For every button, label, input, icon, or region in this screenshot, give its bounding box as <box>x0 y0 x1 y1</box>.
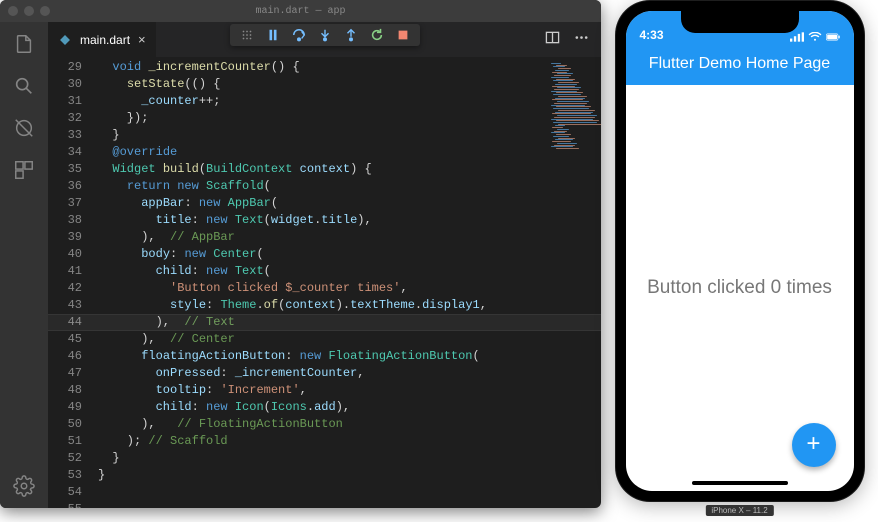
tab-label: main.dart <box>80 33 130 47</box>
phone-notch <box>681 11 799 33</box>
editor-area: main.dart × <box>48 22 601 508</box>
dart-file-icon <box>58 33 72 47</box>
step-into-icon[interactable] <box>318 28 332 42</box>
extensions-icon[interactable] <box>12 158 36 182</box>
close-dot[interactable] <box>8 6 18 16</box>
cursor-line-highlight <box>48 314 601 331</box>
pause-icon[interactable] <box>266 28 280 42</box>
activity-bar <box>0 22 48 508</box>
split-editor-icon[interactable] <box>545 30 560 50</box>
vscode-body: main.dart × <box>0 22 601 508</box>
simulator-label: iPhone X – 11.2 <box>705 505 773 516</box>
zoom-dot[interactable] <box>40 6 50 16</box>
restart-icon[interactable] <box>370 28 384 42</box>
window-traffic-lights[interactable] <box>8 6 50 16</box>
home-indicator[interactable] <box>692 481 788 485</box>
iphone-frame: 4:33 Flutter Demo Home Page Button click… <box>616 1 864 501</box>
app-bar: Flutter Demo Home Page <box>626 43 854 85</box>
step-over-icon[interactable] <box>292 28 306 42</box>
debug-icon[interactable] <box>12 116 36 140</box>
explorer-icon[interactable] <box>12 32 36 56</box>
vscode-window: main.dart — app <box>0 0 601 508</box>
statusbar-right <box>790 32 840 42</box>
debug-toolbar[interactable] <box>230 24 420 46</box>
stop-icon[interactable] <box>396 28 410 42</box>
step-out-icon[interactable] <box>344 28 358 42</box>
settings-gear-icon[interactable] <box>12 474 36 498</box>
plus-icon: + <box>806 432 820 459</box>
app-bar-title: Flutter Demo Home Page <box>649 55 830 73</box>
tab-main-dart[interactable]: main.dart × <box>48 22 156 57</box>
body-counter-text: Button clicked 0 times <box>647 277 832 299</box>
signal-icon <box>790 32 804 42</box>
statusbar-time: 4:33 <box>640 28 664 42</box>
battery-icon <box>826 32 840 42</box>
search-icon[interactable] <box>12 74 36 98</box>
line-gutter: 29 30 31 32 33 34 35 36 37 38 39 40 41 4… <box>48 57 98 508</box>
tabbar-actions <box>545 22 601 57</box>
editor-tabbar: main.dart × <box>48 22 601 57</box>
window-titlebar[interactable]: main.dart — app <box>0 0 601 22</box>
code-editor[interactable]: 29 30 31 32 33 34 35 36 37 38 39 40 41 4… <box>48 57 601 508</box>
phone-screen: 4:33 Flutter Demo Home Page Button click… <box>626 11 854 491</box>
more-icon[interactable] <box>574 30 589 50</box>
window-title: main.dart — app <box>255 6 345 17</box>
minimap[interactable] <box>549 61 599 151</box>
tab-close-icon[interactable]: × <box>138 32 146 47</box>
fab-add-button[interactable]: + <box>792 423 836 467</box>
grip-icon[interactable] <box>240 28 254 42</box>
code-content[interactable]: void _incrementCounter() { setState(() {… <box>98 57 601 508</box>
minimize-dot[interactable] <box>24 6 34 16</box>
wifi-icon <box>808 32 822 42</box>
simulator-pane: 4:33 Flutter Demo Home Page Button click… <box>601 0 878 522</box>
